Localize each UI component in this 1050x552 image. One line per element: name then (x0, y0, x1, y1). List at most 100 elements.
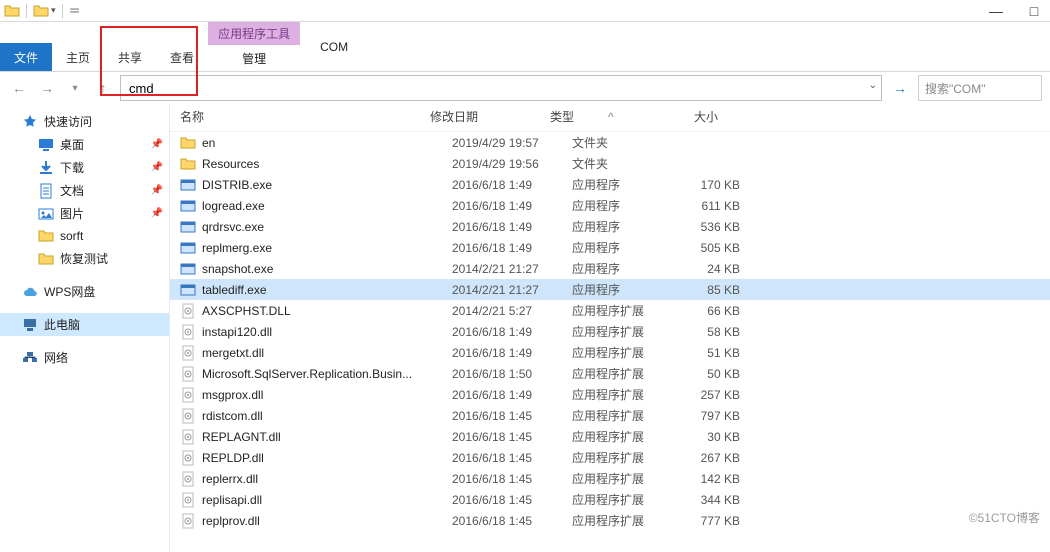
column-size[interactable]: 大小 (650, 108, 730, 125)
file-date: 2014/2/21 21:27 (452, 283, 572, 297)
sidebar-item-sorft[interactable]: sorft (0, 225, 169, 247)
file-name: REPLAGNT.dll (202, 430, 452, 444)
sidebar-item-wps[interactable]: WPS网盘 (0, 280, 169, 303)
address-input[interactable] (127, 80, 875, 97)
file-row[interactable]: instapi120.dll2016/6/18 1:49应用程序扩展58 KB (170, 321, 1050, 342)
sidebar-item-downloads[interactable]: 下载 📌 (0, 156, 169, 179)
go-button[interactable]: → (888, 76, 912, 100)
address-bar[interactable]: ⌄ (120, 75, 882, 101)
star-icon (22, 114, 38, 130)
sidebar-item-restore[interactable]: 恢复测试 (0, 247, 169, 270)
qat-item-icon[interactable] (33, 3, 49, 19)
file-type: 应用程序 (572, 218, 672, 235)
address-dropdown-icon[interactable]: ⌄ (869, 80, 877, 91)
file-row[interactable]: AXSCPHST.DLL2014/2/21 5:27应用程序扩展66 KB (170, 300, 1050, 321)
search-placeholder: 搜索"COM" (925, 80, 986, 97)
pin-icon: 📌 (151, 139, 163, 150)
file-type: 文件夹 (572, 134, 672, 151)
file-type: 文件夹 (572, 155, 672, 172)
maximize-button[interactable]: □ (1024, 3, 1044, 19)
exe-icon (180, 177, 196, 193)
document-icon (38, 183, 54, 199)
file-name: tablediff.exe (202, 283, 452, 297)
file-row[interactable]: DISTRIB.exe2016/6/18 1:49应用程序170 KB (170, 174, 1050, 195)
file-type: 应用程序 (572, 197, 672, 214)
file-row[interactable]: mergetxt.dll2016/6/18 1:49应用程序扩展51 KB (170, 342, 1050, 363)
back-button[interactable]: ← (8, 77, 30, 99)
file-size: 170 KB (672, 178, 752, 192)
folder-icon (38, 251, 54, 267)
tab-manage[interactable]: 管理 (208, 45, 300, 71)
contextual-tools-group: 应用程序工具 管理 (208, 22, 300, 71)
dll-icon (180, 408, 196, 424)
file-name: logread.exe (202, 199, 452, 213)
dll-icon (180, 513, 196, 529)
file-size: 50 KB (672, 367, 752, 381)
file-date: 2016/6/18 1:45 (452, 430, 572, 444)
sidebar-item-desktop[interactable]: 桌面 📌 (0, 133, 169, 156)
sidebar-item-pictures[interactable]: 图片 📌 (0, 202, 169, 225)
cloud-icon (22, 284, 38, 300)
qat-dropdown-icon[interactable]: ▾ (51, 5, 56, 16)
search-box[interactable]: 搜索"COM" (918, 75, 1042, 101)
file-name: REPLDP.dll (202, 451, 452, 465)
file-row[interactable]: snapshot.exe2014/2/21 21:27应用程序24 KB (170, 258, 1050, 279)
file-row[interactable]: rdistcom.dll2016/6/18 1:45应用程序扩展797 KB (170, 405, 1050, 426)
file-date: 2016/6/18 1:49 (452, 388, 572, 402)
sidebar-item-this-pc[interactable]: 此电脑 (0, 313, 169, 336)
tab-share[interactable]: 共享 (104, 43, 156, 71)
file-name: instapi120.dll (202, 325, 452, 339)
dll-icon (180, 303, 196, 319)
file-type: 应用程序扩展 (572, 386, 672, 403)
up-button[interactable]: ↑ (92, 77, 114, 99)
file-row[interactable]: qrdrsvc.exe2016/6/18 1:49应用程序536 KB (170, 216, 1050, 237)
file-row[interactable]: REPLDP.dll2016/6/18 1:45应用程序扩展267 KB (170, 447, 1050, 468)
file-row[interactable]: logread.exe2016/6/18 1:49应用程序611 KB (170, 195, 1050, 216)
file-list[interactable]: en2019/4/29 19:57文件夹Resources2019/4/29 1… (170, 132, 1050, 531)
file-row[interactable]: replprov.dll2016/6/18 1:45应用程序扩展777 KB (170, 510, 1050, 531)
column-type[interactable]: 类型^ (550, 108, 650, 125)
tab-file[interactable]: 文件 (0, 43, 52, 71)
file-row[interactable]: en2019/4/29 19:57文件夹 (170, 132, 1050, 153)
forward-button[interactable]: → (36, 77, 58, 99)
file-name: msgprox.dll (202, 388, 452, 402)
sidebar-item-documents[interactable]: 文档 📌 (0, 179, 169, 202)
dll-icon (180, 366, 196, 382)
minimize-button[interactable]: — (986, 3, 1006, 19)
file-type: 应用程序扩展 (572, 491, 672, 508)
file-type: 应用程序扩展 (572, 449, 672, 466)
sidebar-item-network[interactable]: 网络 (0, 346, 169, 369)
recent-dropdown[interactable]: ▾ (64, 77, 86, 99)
file-size: 257 KB (672, 388, 752, 402)
file-row[interactable]: replisapi.dll2016/6/18 1:45应用程序扩展344 KB (170, 489, 1050, 510)
file-date: 2016/6/18 1:45 (452, 472, 572, 486)
file-type: 应用程序扩展 (572, 323, 672, 340)
file-row[interactable]: msgprox.dll2016/6/18 1:49应用程序扩展257 KB (170, 384, 1050, 405)
file-name: AXSCPHST.DLL (202, 304, 452, 318)
navigation-pane: 快速访问 桌面 📌 下载 📌 文档 📌 图片 📌 sorft 恢复测 (0, 104, 170, 552)
file-row[interactable]: replerrx.dll2016/6/18 1:45应用程序扩展142 KB (170, 468, 1050, 489)
file-row[interactable]: replmerg.exe2016/6/18 1:49应用程序505 KB (170, 237, 1050, 258)
file-type: 应用程序 (572, 260, 672, 277)
file-size: 777 KB (672, 514, 752, 528)
tab-view[interactable]: 查看 (156, 43, 208, 71)
pin-icon: 📌 (151, 162, 163, 173)
dll-icon (180, 345, 196, 361)
file-size: 24 KB (672, 262, 752, 276)
file-date: 2016/6/18 1:49 (452, 178, 572, 192)
qat-overflow[interactable]: ＝ (69, 2, 81, 19)
file-row[interactable]: Resources2019/4/29 19:56文件夹 (170, 153, 1050, 174)
network-icon (22, 350, 38, 366)
file-size: 142 KB (672, 472, 752, 486)
file-date: 2016/6/18 1:49 (452, 199, 572, 213)
tab-home[interactable]: 主页 (52, 43, 104, 71)
file-row[interactable]: Microsoft.SqlServer.Replication.Busin...… (170, 363, 1050, 384)
column-date[interactable]: 修改日期 (430, 108, 550, 125)
file-type: 应用程序扩展 (572, 470, 672, 487)
file-row[interactable]: REPLAGNT.dll2016/6/18 1:45应用程序扩展30 KB (170, 426, 1050, 447)
folder-icon (38, 228, 54, 244)
file-row[interactable]: tablediff.exe2014/2/21 21:27应用程序85 KB (170, 279, 1050, 300)
sidebar-item-quick-access[interactable]: 快速访问 (0, 110, 169, 133)
watermark: ©51CTO博客 (969, 509, 1040, 526)
column-name[interactable]: 名称 (180, 108, 430, 125)
